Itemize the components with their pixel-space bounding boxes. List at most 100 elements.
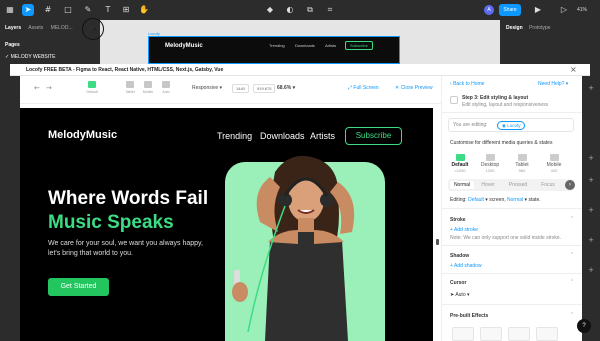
plus-icon[interactable]: + bbox=[586, 154, 596, 162]
present-icon[interactable]: ▶ bbox=[530, 4, 546, 16]
frame-tool-icon[interactable]: # bbox=[42, 4, 54, 16]
zoom-select[interactable]: 68.6% ▾ bbox=[277, 85, 295, 91]
breakpoint-tablet[interactable]: Tablet 960 bbox=[510, 154, 534, 173]
subscribe-button[interactable]: Subscribe bbox=[345, 127, 402, 145]
pen-tool-icon[interactable]: ✎ bbox=[82, 4, 94, 16]
avatar[interactable]: A bbox=[484, 5, 494, 15]
device-mobile[interactable]: Mobile bbox=[138, 81, 158, 99]
back-label: Back to Home bbox=[453, 81, 485, 87]
mini-nav-downloads: Downloads bbox=[295, 43, 315, 48]
plus-icon[interactable]: + bbox=[586, 266, 596, 274]
figma-right-strip: + + + + + + bbox=[582, 76, 600, 341]
divider bbox=[442, 208, 583, 209]
shadow-title: Shadow bbox=[450, 253, 470, 259]
close-icon[interactable]: × bbox=[570, 65, 577, 74]
device-tablet[interactable]: Tablet bbox=[120, 81, 140, 99]
cursor-select[interactable]: ➤ Auto ▾ bbox=[450, 292, 470, 298]
divider bbox=[442, 304, 583, 305]
breakpoint-mobile[interactable]: Mobile 420 bbox=[542, 154, 566, 173]
add-stroke-link[interactable]: + Add stroke bbox=[450, 227, 478, 233]
state-focus[interactable]: Focus bbox=[536, 181, 560, 189]
add-shadow-link[interactable]: + Add shadow bbox=[450, 263, 482, 269]
full-screen-button[interactable]: ⤢ Full Screen bbox=[348, 85, 379, 91]
panel-resize-handle[interactable] bbox=[436, 239, 439, 245]
need-help-label: Need Help? bbox=[538, 81, 565, 87]
figma-menu-icon[interactable]: ▦ bbox=[4, 4, 16, 16]
figma-canvas[interactable]: Locofy MelodyMusic Trending Downloads Ar… bbox=[100, 20, 500, 64]
tablet-icon bbox=[126, 81, 134, 88]
tab-layers[interactable]: Layers bbox=[5, 25, 21, 31]
breakpoint-px: 960 bbox=[518, 168, 526, 173]
text-tool-icon[interactable]: T bbox=[102, 4, 114, 16]
effect-preset[interactable] bbox=[536, 327, 558, 341]
hand-cursor-icon: ☝ bbox=[92, 26, 97, 35]
nav-trending[interactable]: Trending bbox=[217, 131, 252, 141]
width-input[interactable]: 1440 bbox=[232, 84, 249, 93]
zoom-level[interactable]: 41% bbox=[577, 4, 587, 16]
plus-icon[interactable]: + bbox=[586, 176, 596, 184]
plus-icon[interactable]: + bbox=[586, 206, 596, 214]
editing-target-pill[interactable]: ◉ Locofy bbox=[497, 121, 526, 130]
editing-prefix: Editing: bbox=[450, 197, 467, 203]
nav-downloads[interactable]: Downloads bbox=[260, 131, 305, 141]
crop-icon[interactable]: ⌗ bbox=[324, 4, 336, 16]
chevron-up-icon[interactable]: ⌃ bbox=[570, 216, 574, 222]
responsive-select[interactable]: Responsive ▾ bbox=[192, 85, 222, 91]
page-item[interactable]: ✓ MELODY WEBSITE bbox=[5, 54, 56, 60]
back-arrow-icon[interactable]: ← bbox=[34, 84, 40, 92]
cursor-value: Auto bbox=[455, 292, 466, 298]
effect-preset[interactable] bbox=[452, 327, 474, 341]
nav-artists[interactable]: Artists bbox=[310, 131, 335, 141]
editing-target: Locofy bbox=[507, 123, 521, 128]
share-button[interactable]: Share bbox=[499, 4, 521, 16]
tab-design[interactable]: Design bbox=[506, 25, 523, 31]
chevron-up-icon[interactable]: ⌃ bbox=[570, 312, 574, 318]
need-help-link[interactable]: Need Help? ▾ bbox=[538, 81, 568, 87]
chevron-right-icon[interactable]: › bbox=[565, 180, 575, 190]
play-icon[interactable]: ▷ bbox=[558, 4, 570, 16]
frame-thumbnail[interactable]: MelodyMusic Trending Downloads Artists S… bbox=[148, 36, 400, 64]
tab-assets[interactable]: Assets bbox=[28, 25, 43, 31]
state-normal[interactable]: Normal bbox=[450, 181, 474, 189]
move-tool-icon[interactable]: ➤ bbox=[22, 4, 34, 16]
hero-paragraph: We care for your soul, we want you alway… bbox=[48, 240, 203, 257]
component-icon[interactable]: ◆ bbox=[264, 4, 276, 16]
plus-icon[interactable]: + bbox=[586, 236, 596, 244]
hero-photo bbox=[232, 155, 355, 341]
hand-tool-icon[interactable]: ✋ bbox=[138, 4, 150, 16]
state-hover[interactable]: Hover bbox=[476, 181, 500, 189]
tab-prototype[interactable]: Prototype bbox=[529, 25, 550, 31]
breakpoint-default[interactable]: Default >1200 bbox=[448, 154, 472, 173]
editing-line: Editing: Default ▾ screen, Normal ▾ stat… bbox=[450, 197, 541, 203]
shape-tool-icon[interactable]: □ bbox=[62, 4, 74, 16]
effect-preset[interactable] bbox=[508, 327, 530, 341]
close-preview-button[interactable]: ✕ Close Preview bbox=[395, 85, 433, 91]
tab-file-name[interactable]: MELOD... bbox=[51, 25, 73, 31]
preview-toolbar: ← → Default Tablet Mobile Auto Responsiv… bbox=[20, 76, 445, 104]
breakpoint-px: 420 bbox=[550, 168, 558, 173]
forward-arrow-icon[interactable]: → bbox=[46, 84, 52, 92]
effect-preset[interactable] bbox=[480, 327, 502, 341]
device-default[interactable]: Default bbox=[82, 81, 102, 99]
device-auto[interactable]: Auto bbox=[156, 81, 176, 99]
desktop-icon bbox=[485, 154, 495, 161]
back-to-home-link[interactable]: ‹ Back to Home bbox=[450, 81, 484, 87]
resources-tool-icon[interactable]: ⊞ bbox=[120, 4, 132, 16]
plus-icon[interactable]: + bbox=[586, 84, 596, 92]
zoom-value: 68.6% bbox=[277, 85, 292, 91]
auto-icon bbox=[162, 81, 170, 88]
chevron-up-icon[interactable]: ⌃ bbox=[570, 252, 574, 258]
locofy-side-panel: ‹ Back to Home Need Help? ▾ Step 3: Edit… bbox=[441, 76, 583, 341]
height-input[interactable]: 919.675 bbox=[253, 84, 276, 93]
get-started-button[interactable]: Get Started bbox=[48, 278, 109, 296]
boolean-icon[interactable]: ⧉ bbox=[304, 4, 316, 16]
chevron-up-icon[interactable]: ⌃ bbox=[570, 279, 574, 285]
close-preview-label: Close Preview bbox=[400, 85, 433, 91]
mask-icon[interactable]: ◐ bbox=[284, 4, 296, 16]
help-button[interactable]: ? bbox=[577, 319, 591, 333]
plugin-titlebar: Locofy FREE BETA - Figma to React, React… bbox=[10, 64, 590, 76]
breakpoint-desktop[interactable]: Desktop 1200 bbox=[478, 154, 502, 173]
design-panel: Design Prototype bbox=[500, 20, 600, 64]
site-logo[interactable]: MelodyMusic bbox=[48, 129, 117, 141]
state-pressed[interactable]: Pressed bbox=[504, 181, 532, 189]
